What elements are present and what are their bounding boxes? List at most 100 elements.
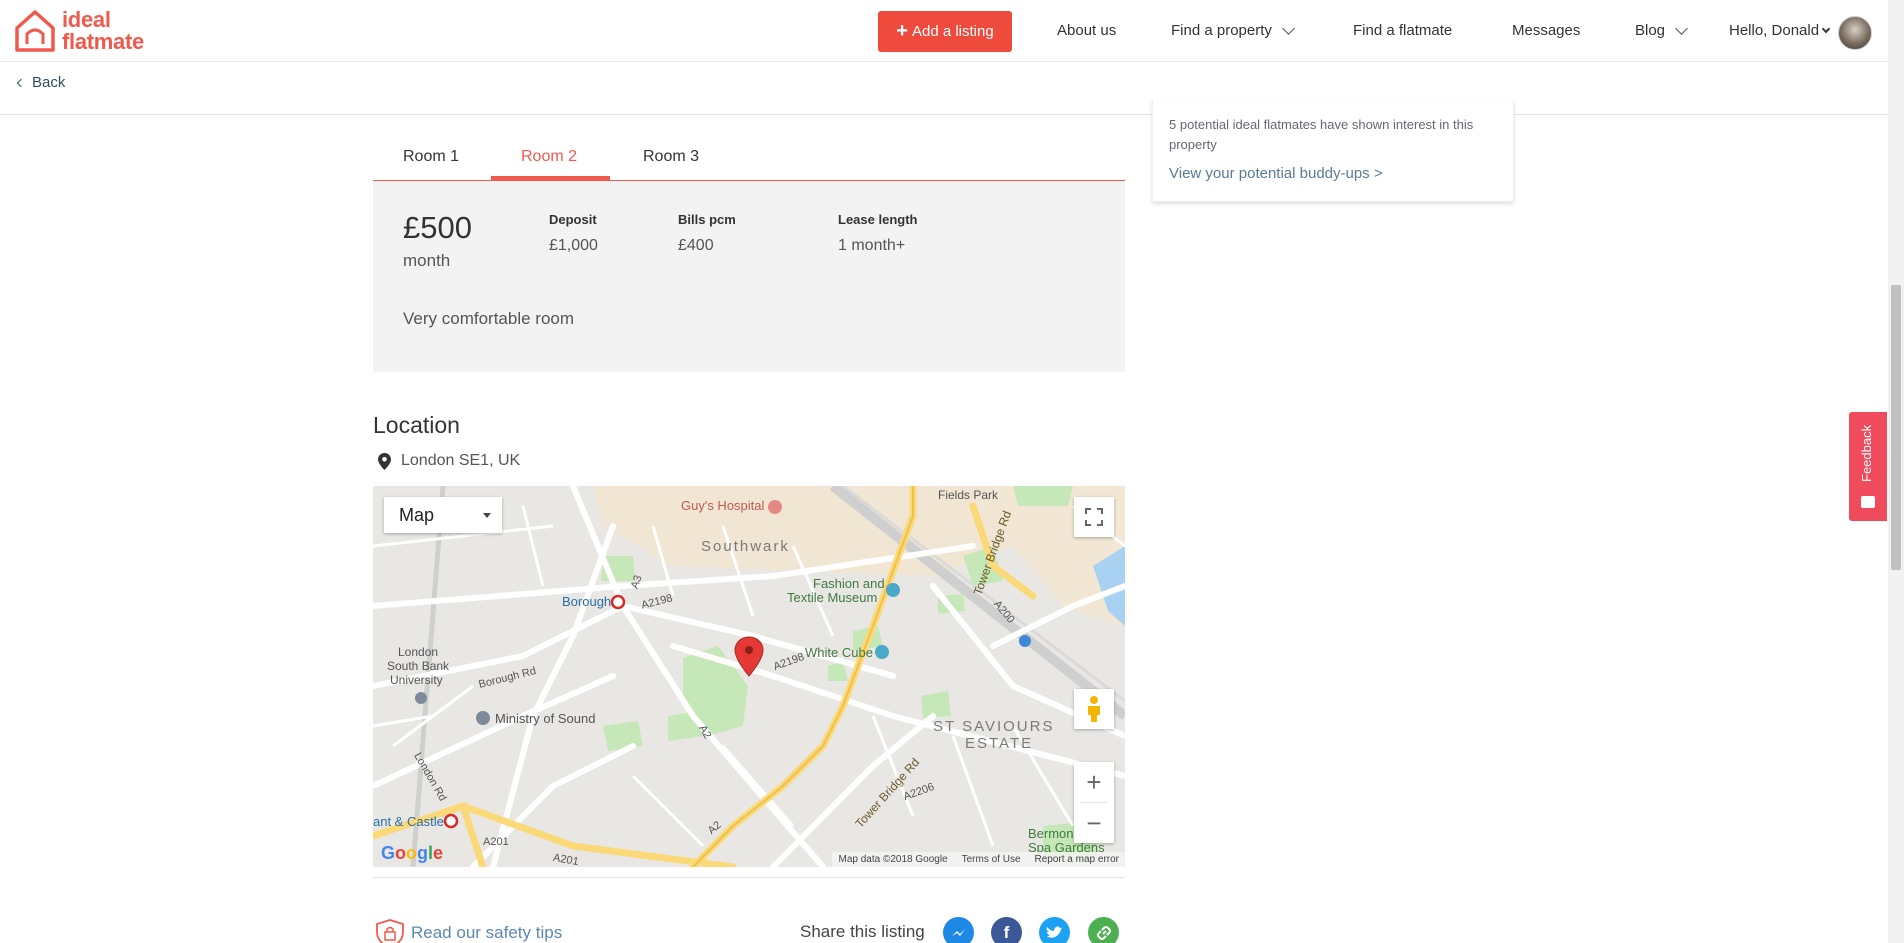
facebook-share-button[interactable]: f [991,917,1022,943]
add-listing-label: Add a listing [911,23,994,40]
site-logo[interactable]: ideal flatmate [14,8,144,54]
buddy-up-card: 5 potential ideal flatmates have shown i… [1152,100,1514,202]
twitter-icon [1046,926,1063,938]
chevron-down-icon [1282,21,1295,35]
twitter-share-button[interactable] [1039,917,1070,943]
map-terms-link[interactable]: Terms of Use [962,854,1021,865]
map-label-southwark: Southwark [701,538,790,555]
logo-text-line2: flatmate [62,29,144,54]
nav-blog-label: Blog [1635,22,1666,39]
nav-find-property-label: Find a property [1171,22,1272,39]
lease-label: Lease length [838,212,918,227]
nav-about-us[interactable]: About us [1057,22,1116,39]
lease-value: 1 month+ [838,237,906,254]
nav-find-flatmate[interactable]: Find a flatmate [1353,22,1452,39]
zoom-controls: + − [1074,762,1114,843]
safety-tips-label: Read our safety tips [411,923,563,942]
nav-blog[interactable]: Blog [1635,21,1688,39]
tab-room-2[interactable]: Room 2 [521,148,577,166]
location-map[interactable]: Guy's Hospital Southwark Borough Fashion… [373,486,1125,867]
link-icon [1096,925,1111,940]
plus-icon: + [1086,766,1102,797]
user-greeting: Hello, Donald [1729,22,1820,39]
back-link[interactable]: Back [16,74,66,91]
deposit-stat: Deposit £1,000 [549,212,598,255]
top-navbar: ideal flatmate + Add a listing About us … [0,0,1888,62]
page-scrollbar[interactable] [1888,0,1904,943]
chevron-left-icon [16,78,26,87]
location-address-text: London SE1, UK [401,452,521,469]
map-label-a201: A201 [483,836,509,848]
map-label-borough: Borough [562,594,612,609]
nav-messages-label: Messages [1512,22,1581,39]
deposit-label: Deposit [549,212,597,227]
scrollbar-thumb[interactable] [1891,285,1901,570]
back-label: Back [32,74,66,91]
copy-link-share-button[interactable] [1088,917,1119,943]
buddy-up-link[interactable]: View your potential buddy-ups > [1169,165,1383,182]
map-data-credit: Map data ©2018 Google [838,854,948,865]
bills-value: £400 [678,237,714,254]
minus-icon: − [1086,807,1102,838]
nav-find-flatmate-label: Find a flatmate [1353,22,1453,39]
map-label-st-saviours-2: ESTATE [965,735,1034,752]
fullscreen-icon [1085,508,1103,526]
nav-find-property[interactable]: Find a property [1171,21,1295,39]
map-label-guys-hospital: Guy's Hospital [681,498,765,513]
share-label: Share this listing [800,922,925,941]
logo-text-line1: ideal [62,7,111,32]
feedback-icon [1861,496,1875,508]
deposit-value: £1,000 [549,237,598,254]
map-label-lsbu-1: London [398,645,439,659]
room-details-panel: £500 month Deposit £1,000 Bills pcm £400… [373,181,1125,372]
chevron-down-icon [1821,24,1831,33]
room-description: Very comfortable room [403,309,575,328]
map-label-bermondsey-1: Bermon [1028,826,1074,841]
active-tab-indicator [491,176,610,180]
fullscreen-button[interactable] [1074,497,1114,537]
section-divider [373,877,1125,878]
bills-label: Bills pcm [678,212,736,227]
map-label-lsbu-2: South Bank [387,659,450,673]
user-menu[interactable]: Hello, Donald [1729,22,1831,39]
map-label-white-cube: White Cube [805,645,873,660]
map-report-link[interactable]: Report a map error [1035,854,1119,865]
location-heading: Location [373,412,460,438]
caret-down-icon [483,513,491,518]
plus-icon: + [896,20,908,42]
back-bar: Back [0,62,1888,115]
google-logo: Google [381,843,444,863]
tab-room-1[interactable]: Room 1 [403,148,459,166]
map-type-select[interactable]: Map [384,497,502,533]
room-price: £500 [403,210,472,245]
map-label-lsbu-3: University [390,673,443,687]
room-tabs: Room 1 Room 2 Room 3 [373,140,1125,181]
tab-room-3[interactable]: Room 3 [643,148,699,166]
map-label-fashion-2: Textile Museum [787,590,878,605]
map-attribution: Map data ©2018 Google Terms of Use Repor… [832,852,1125,867]
avatar[interactable] [1838,16,1872,50]
house-logo-icon [15,10,55,52]
street-view-pegman[interactable] [1074,689,1114,729]
map-label-fields-park: Fields Park [938,488,999,502]
map-pin-icon [378,452,391,470]
nav-messages[interactable]: Messages [1512,22,1580,39]
add-listing-button[interactable]: + Add a listing [878,11,1012,52]
room-price-period: month [403,251,451,270]
chevron-down-icon [1675,21,1688,35]
bills-stat: Bills pcm £400 [678,212,736,255]
pegman-icon [1088,696,1100,722]
zoom-in-button[interactable]: + [1074,762,1114,802]
location-address: London SE1, UK [378,452,520,470]
messenger-share-button[interactable] [943,917,974,943]
map-label-elephant-castle: ant & Castle [373,814,444,829]
zoom-out-button[interactable]: − [1074,803,1114,843]
safety-tips-link[interactable]: Read our safety tips [373,918,562,943]
buddy-up-text: 5 potential ideal flatmates have shown i… [1169,117,1474,152]
map-label-ministry-of-sound: Ministry of Sound [495,711,596,726]
messenger-icon [951,928,965,936]
map-label-st-saviours-1: ST SAVIOURS [933,718,1055,735]
feedback-label: Feedback [1859,424,1874,482]
shield-lock-icon [376,919,404,943]
feedback-tab[interactable]: Feedback [1849,412,1887,521]
